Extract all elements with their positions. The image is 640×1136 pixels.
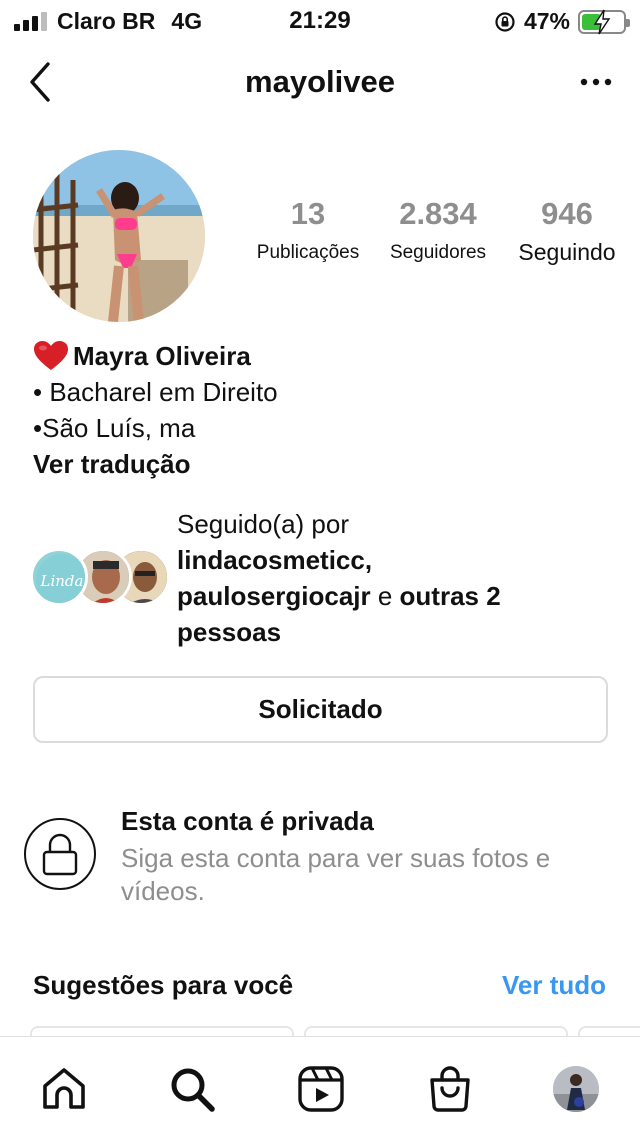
stat-following[interactable]: 946 Seguindo (506, 196, 628, 266)
status-right: 47% (494, 8, 630, 35)
mutual-avatar-logo-text: Linda (40, 572, 84, 590)
suggestions-title: Sugestões para você (33, 970, 294, 1000)
battery-percent: 47% (523, 8, 570, 34)
bio-line-2: •São Luís, ma (33, 413, 196, 443)
reels-icon (298, 1066, 344, 1112)
followed-by-prefix: Seguido(a) por (177, 509, 349, 539)
more-options-button[interactable] (578, 66, 614, 96)
bio-line-1: • Bacharel em Direito (33, 377, 278, 407)
stat-followers[interactable]: 2.834 Seguidores (378, 196, 498, 264)
profile-avatar[interactable] (33, 150, 205, 322)
profile-header: mayolivee (0, 52, 640, 112)
followed-by-text: Seguido(a) por lindacosmeticc, pauloserg… (177, 506, 617, 650)
bio-name-row: Mayra Oliveira (33, 338, 613, 374)
profile-bio: Mayra Oliveira • Bacharel em Direito •Sã… (33, 338, 613, 482)
requested-button[interactable]: Solicitado (33, 676, 608, 743)
tab-shop[interactable] (424, 1063, 476, 1115)
stat-posts-value: 13 (290, 196, 326, 231)
more-options-icon (580, 78, 612, 86)
stat-posts[interactable]: 13 Publicações (244, 196, 372, 264)
see-all-link[interactable]: Ver tudo (502, 970, 606, 1001)
private-account-notice: Esta conta é privada Siga esta conta par… (24, 806, 624, 916)
tab-reels[interactable] (295, 1063, 347, 1115)
heart-icon (34, 341, 68, 370)
followed-by-connector: e (370, 581, 400, 611)
tab-profile[interactable] (550, 1063, 602, 1115)
mutual-others-suffix[interactable]: pessoas (177, 617, 281, 647)
search-icon (171, 1068, 215, 1112)
lock-icon-circle (24, 818, 96, 890)
stat-following-value: 946 (541, 196, 593, 231)
mutual-user-2[interactable]: paulosergiocajr (177, 581, 371, 611)
rotation-lock-icon (495, 11, 515, 32)
tab-home[interactable] (38, 1063, 90, 1115)
profile-stats: 13 Publicações 2.834 Seguidores 946 Segu… (250, 196, 630, 276)
profile-photo (33, 150, 205, 322)
stat-following-label: Seguindo (518, 239, 616, 265)
stat-posts-label: Publicações (256, 242, 360, 263)
stat-followers-value: 2.834 (399, 196, 477, 231)
private-title: Esta conta é privada (121, 806, 374, 836)
bio-name: Mayra Oliveira (73, 341, 251, 371)
bottom-tab-bar (0, 1036, 640, 1136)
mutual-avatar-1: Linda (30, 548, 88, 606)
shop-icon (430, 1066, 470, 1112)
home-icon (43, 1068, 85, 1109)
stat-followers-label: Seguidores (389, 242, 487, 263)
status-bar: Claro BR 4G 21:29 47% (0, 0, 640, 42)
profile-avatar-small (553, 1066, 599, 1112)
tab-search[interactable] (166, 1063, 218, 1115)
followed-by[interactable]: Linda Seguido(a) por lindacosmeticc, pau… (30, 506, 620, 656)
lock-icon (42, 833, 78, 876)
mutual-avatars: Linda (30, 548, 170, 608)
battery-charging-icon (578, 9, 630, 34)
private-subtitle: Siga esta conta para ver suas fotos e ví… (121, 843, 551, 906)
mutual-others-count[interactable]: outras 2 (400, 581, 501, 611)
profile-username: mayolivee (245, 64, 395, 99)
see-translation-link[interactable]: Ver tradução (33, 446, 613, 482)
mutual-user-1[interactable]: lindacosmeticc, (177, 545, 372, 575)
